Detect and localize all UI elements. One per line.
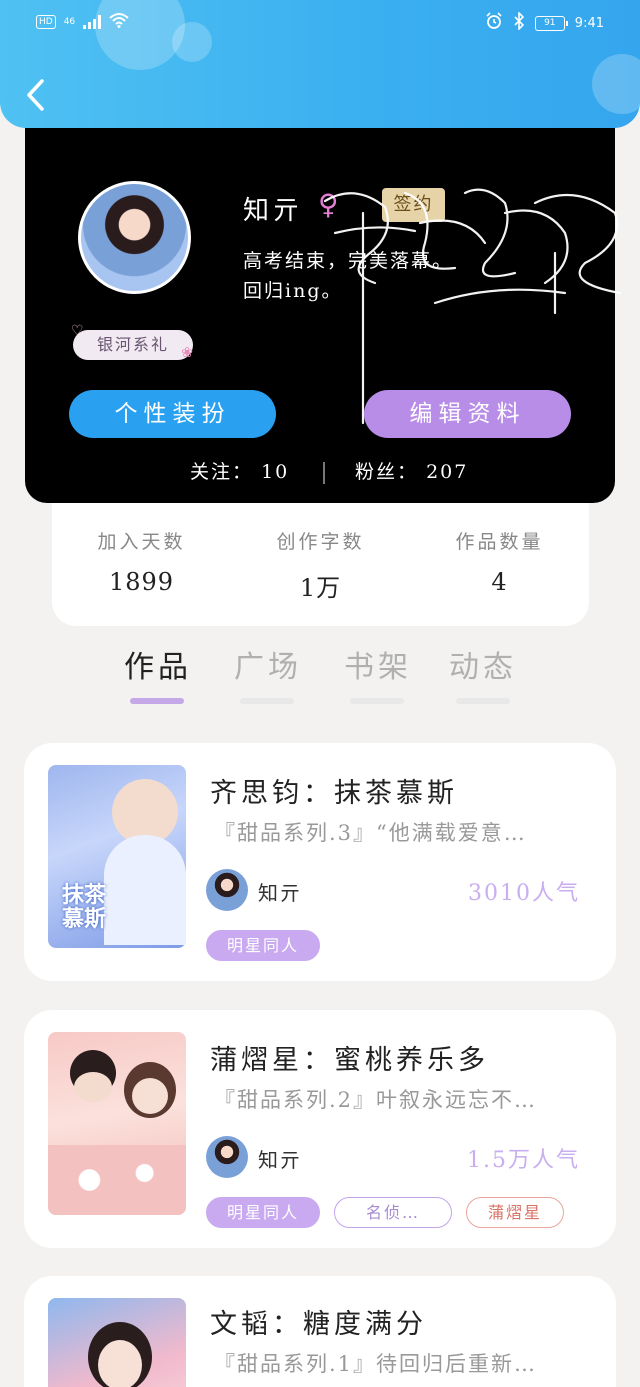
stat-value: 4 — [491, 568, 508, 596]
popularity: 1.5万人气 — [467, 1148, 580, 1173]
cover-figure-face — [132, 1078, 168, 1114]
stat-value: 1万 — [299, 574, 342, 602]
following-stat[interactable]: 关注： 10 — [190, 454, 289, 490]
work-title: 文韬：糖度满分 — [210, 1309, 427, 1340]
wifi-icon — [109, 12, 129, 32]
tab-bookshelf[interactable]: 书架 — [338, 642, 418, 686]
work-title: 蒲熠星：蜜桃养乐多 — [210, 1045, 489, 1076]
stat-word-count: 创作字数 1万 — [231, 527, 410, 603]
popularity: 3010人气 — [468, 881, 580, 906]
tag-list: 明星同人 — [206, 930, 320, 961]
divider — [323, 462, 325, 484]
alarm-icon — [485, 12, 503, 34]
stats-card: 加入天数 1899 创作字数 1万 作品数量 4 — [52, 503, 589, 626]
work-card[interactable]: 文韬：糖度满分 『甜品系列.1』待回归后重新… — [24, 1276, 616, 1387]
cover-flowers — [48, 1145, 186, 1215]
author-avatar — [206, 1136, 248, 1178]
work-title: 齐思钧：抹茶慕斯 — [210, 778, 458, 809]
fans-label: 粉丝： — [355, 461, 419, 483]
bio-line: 回归ing。 — [243, 280, 343, 302]
stat-works-count: 作品数量 4 — [410, 527, 589, 596]
tab-works[interactable]: 作品 — [118, 642, 198, 686]
avatar[interactable] — [78, 181, 191, 294]
fans-stat[interactable]: 粉丝： 207 — [355, 454, 468, 490]
chevron-left-icon — [27, 79, 44, 111]
signal-icon — [83, 15, 102, 29]
dress-up-button[interactable]: 个性装扮 — [69, 390, 276, 438]
tab-indicator — [350, 698, 404, 704]
tab-indicator — [456, 698, 510, 704]
stat-label: 加入天数 — [97, 531, 186, 553]
battery-icon: 91 — [534, 15, 568, 31]
stat-join-days: 加入天数 1899 — [52, 527, 231, 596]
tab-indicator-active — [130, 698, 184, 704]
clock-time: 9:41 — [574, 15, 604, 31]
stat-value: 1899 — [108, 568, 175, 596]
fans-count: 207 — [426, 461, 469, 483]
tab-activity[interactable]: 动态 — [443, 642, 523, 686]
network-type: 46 — [63, 17, 76, 27]
tag-list: 明星同人 名侦… 蒲熠星 — [206, 1197, 564, 1228]
work-cover: 抹茶 慕斯 — [48, 765, 186, 948]
back-button[interactable] — [24, 78, 48, 112]
following-label: 关注： — [190, 461, 254, 483]
stat-label: 创作字数 — [276, 531, 365, 553]
work-description: 『甜品系列.1』待回归后重新… — [214, 1352, 538, 1376]
status-bar: HD 46 91 9:41 — [0, 0, 640, 44]
work-card[interactable]: 抹茶 慕斯 齐思钧：抹茶慕斯 『甜品系列.3』“他满载爱意… 知亓 3010人气 … — [24, 743, 616, 981]
bio: 高考结束，完美落幕。 回归ing。 — [243, 246, 543, 306]
work-description: 『甜品系列.3』“他满载爱意… — [214, 821, 527, 845]
female-icon: ♀ — [318, 188, 339, 221]
cover-figure-face — [74, 1072, 112, 1102]
galaxy-badge[interactable]: 银河系礼 — [71, 316, 195, 368]
tab-bar — [0, 626, 640, 712]
signed-tag: 签约 — [382, 188, 445, 222]
tag[interactable]: 明星同人 — [206, 930, 320, 961]
edit-profile-button[interactable]: 编辑资料 — [364, 390, 571, 438]
author-avatar — [206, 869, 248, 911]
bio-line: 高考结束，完美落幕。 — [243, 250, 454, 272]
tag[interactable]: 明星同人 — [206, 1197, 320, 1228]
stat-label: 作品数量 — [455, 531, 544, 553]
work-cover — [48, 1298, 186, 1387]
work-description: 『甜品系列.2』叶叙永远忘不… — [214, 1088, 538, 1112]
work-cover — [48, 1032, 186, 1215]
cover-title: 抹茶 慕斯 — [62, 883, 107, 932]
tag[interactable]: 名侦… — [334, 1197, 452, 1228]
author-name: 知亓 — [258, 1148, 302, 1172]
work-card[interactable]: 蒲熠星：蜜桃养乐多 『甜品系列.2』叶叙永远忘不… 知亓 1.5万人气 明星同人… — [24, 1010, 616, 1248]
tag[interactable]: 蒲熠星 — [466, 1197, 564, 1228]
cover-figure-face — [98, 1340, 142, 1387]
bluetooth-icon — [513, 11, 525, 34]
username: 知亓 — [243, 196, 304, 226]
following-count: 10 — [261, 461, 290, 483]
tab-square[interactable]: 广场 — [228, 642, 308, 686]
author-name: 知亓 — [258, 881, 302, 905]
hd-indicator: HD — [36, 15, 56, 29]
profile-card: 银河系礼 知亓 ♀ 签约 高考结束，完美落幕。 回归ing。 个性装扮 编辑资料… — [25, 118, 622, 503]
tab-indicator — [240, 698, 294, 704]
follow-row: 关注： 10 粉丝： 207 — [25, 454, 615, 490]
decor-bubble — [592, 54, 640, 114]
cover-figure-body — [104, 835, 186, 945]
